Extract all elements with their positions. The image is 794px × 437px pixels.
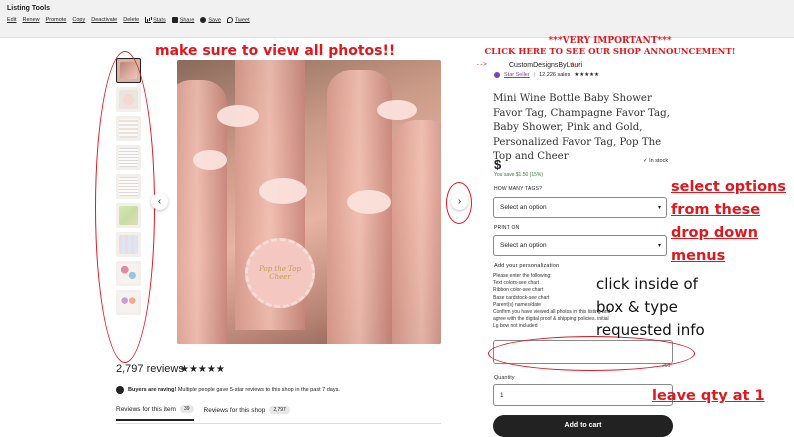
favor-tag-text: Pop the Top Cheer <box>259 264 301 281</box>
quantity-value: 1 <box>500 391 504 399</box>
tab-reviews-item[interactable]: Reviews for this item 39 <box>116 405 194 421</box>
tabs-divider <box>116 423 441 424</box>
shop-sales: 12,226 sales <box>539 72 571 78</box>
stats-link[interactable]: Stats <box>145 17 166 23</box>
tweet-link[interactable]: Tweet <box>226 17 250 24</box>
annotation-line: click inside of <box>596 275 698 293</box>
announcement-line-2: CLICK HERE TO SEE OUR SHOP ANNOUNCEMENT! <box>484 47 736 57</box>
buyers-raving-banner: Buyers are raving! Multiple people gave … <box>116 386 340 394</box>
raving-icon <box>116 386 124 394</box>
divider: | <box>533 72 536 78</box>
promote-link[interactable]: Promote <box>46 17 67 23</box>
how-many-tags-select[interactable]: Select an option ▾ <box>493 197 667 218</box>
ribbon-bow <box>259 178 307 204</box>
announcement-arrow-right: <-- <box>570 61 581 68</box>
delete-link[interactable]: Delete <box>123 17 139 23</box>
announcement-arrow-left: --> <box>476 61 487 68</box>
tab-count: 39 <box>179 405 194 413</box>
personalization-label: Add your personalization <box>494 263 560 269</box>
bottle-shape <box>392 120 441 344</box>
price: $ <box>494 157 502 172</box>
tweet-label: Tweet <box>234 17 250 24</box>
annotation-line: requested info <box>596 321 705 339</box>
listing-tools-title: Listing Tools <box>7 5 51 12</box>
seller-info: Star Seller | 12,226 sales ★★★★★ <box>494 72 599 78</box>
annotation-line: box & type <box>596 298 678 316</box>
reviews-count: 2,797 reviews <box>116 363 184 375</box>
add-to-cart-button[interactable]: Add to cart <box>493 415 673 437</box>
annotation-line: drop down <box>671 225 758 241</box>
annotation-leave-qty: leave qty at 1 <box>652 388 765 404</box>
quantity-label: Quantity <box>494 375 515 381</box>
star-seller-badge[interactable]: Star Seller <box>504 72 530 78</box>
twitter-icon <box>226 17 233 23</box>
quantity-select[interactable]: 1 <box>493 384 673 406</box>
shop-announcement-link[interactable]: ***VERY IMPORTANT*** CLICK HERE TO SEE O… <box>475 36 745 58</box>
how-many-tags-value: Select an option <box>500 204 547 211</box>
chevron-down-icon: ▾ <box>657 243 661 249</box>
renew-link[interactable]: Renew <box>22 17 39 23</box>
tab-count: 2,797 <box>269 406 290 414</box>
annotation-line: menus <box>671 248 726 264</box>
stats-icon <box>145 17 152 23</box>
print-on-select[interactable]: Select an option ▾ <box>493 235 667 256</box>
reviews-tabs: Reviews for this item 39 Reviews for thi… <box>116 405 290 421</box>
announcement-line-1: ***VERY IMPORTANT*** <box>548 36 672 46</box>
raving-title: Buyers are raving! <box>128 387 177 393</box>
how-many-tags-label: HOW MANY TAGS? <box>494 186 543 192</box>
chevron-left-icon: ‹ <box>157 196 162 207</box>
in-stock-status: ✓ In stock <box>643 158 669 164</box>
raving-text: Multiple people gave 5-star reviews to t… <box>176 387 340 393</box>
savings-text: You save $1.50 (15%) <box>494 172 544 178</box>
main-product-photo[interactable]: Pop the Top Cheer <box>177 60 441 344</box>
listing-tools-bar: Listing Tools Edit Renew Promote Copy De… <box>0 0 794 38</box>
tab-reviews-shop[interactable]: Reviews for this shop 2,797 <box>204 405 290 421</box>
print-on-label: PRINT ON <box>494 225 520 231</box>
shop-rating-stars: ★★★★★ <box>574 72 599 78</box>
annotation-click-inside: click inside of box & type requested inf… <box>596 273 705 342</box>
annotation-line: from these <box>671 202 761 218</box>
tab-label: Reviews for this shop <box>203 406 266 414</box>
reviews-stars: ★★★★★ <box>180 364 225 375</box>
product-title: Mini Wine Bottle Baby Shower Favor Tag, … <box>493 93 670 162</box>
facebook-icon <box>171 17 178 23</box>
save-label: Save <box>208 17 221 24</box>
print-on-value: Select an option <box>500 242 547 249</box>
deactivate-link[interactable]: Deactivate <box>91 17 117 23</box>
copy-link[interactable]: Copy <box>72 17 85 23</box>
favor-tag: Pop the Top Cheer <box>245 238 315 308</box>
annotation-select-options: select options from these drop down menu… <box>671 176 786 268</box>
annotation-circle-thumbnails <box>95 51 155 363</box>
ribbon-bow <box>377 100 417 120</box>
ribbon-bow <box>193 150 227 170</box>
pinterest-icon <box>200 17 207 23</box>
chevron-down-icon: ▾ <box>657 205 661 211</box>
edit-link[interactable]: Edit <box>7 17 16 23</box>
annotation-line: select options <box>671 179 787 195</box>
star-seller-icon <box>494 72 500 78</box>
ribbon-bow <box>217 105 259 127</box>
tab-label: Reviews for this item <box>116 405 176 413</box>
stats-label: Stats <box>153 17 166 24</box>
annotation-circle-next <box>446 182 472 224</box>
listing-tools-links: Edit Renew Promote Copy Deactivate Delet… <box>7 17 250 23</box>
share-link[interactable]: Share <box>171 17 195 24</box>
annotation-view-photos: make sure to view all photos!! <box>155 43 396 59</box>
previous-photo-button[interactable]: ‹ <box>151 193 168 210</box>
share-label: Share <box>179 17 195 24</box>
ribbon-bow <box>347 190 391 214</box>
save-link[interactable]: Save <box>200 17 221 23</box>
